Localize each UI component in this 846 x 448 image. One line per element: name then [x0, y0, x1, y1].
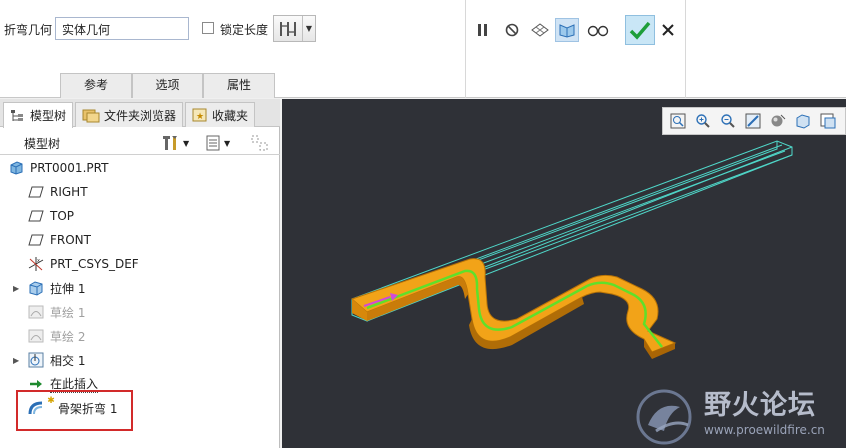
tools-icon — [163, 136, 177, 150]
tree-item-label: TOP — [50, 209, 75, 223]
highlight-annotation — [16, 390, 133, 431]
graphics-viewport[interactable]: 野火论坛 www.proewildfire.cn — [282, 99, 846, 448]
chevron-down-icon: ▼ — [224, 138, 231, 148]
svg-text:x: x — [37, 258, 40, 264]
sketch-icon — [28, 328, 44, 344]
tree-item-right[interactable]: RIGHT — [0, 181, 280, 203]
watermark-url: www.proewildfire.cn — [704, 423, 825, 437]
tree-item-top[interactable]: TOP — [0, 205, 280, 227]
confirm-button[interactable] — [625, 15, 655, 45]
tab-properties[interactable]: 属性 — [203, 73, 275, 98]
datum-plane-icon — [28, 232, 44, 248]
chevron-down-icon[interactable]: ▼ — [303, 16, 315, 41]
datum-plane-icon — [28, 208, 44, 224]
tab-references[interactable]: 参考 — [60, 73, 132, 98]
tree-item-sketch-1[interactable]: 草绘 1 — [0, 301, 280, 323]
tab-favorites-label: 收藏夹 — [212, 108, 249, 123]
tree-settings-button[interactable]: ▼ — [162, 134, 198, 152]
part-icon — [8, 160, 24, 176]
check-icon — [629, 21, 651, 40]
tree-item-label: PRT_CSYS_DEF — [50, 257, 139, 271]
length-option-split-button[interactable]: ▼ — [273, 15, 316, 42]
tree-item-label: 拉伸 1 — [50, 281, 86, 296]
tree-item-label: 草绘 2 — [50, 329, 86, 344]
length-option-icon — [274, 16, 303, 41]
feature-dashboard: 折弯几何 实体几何 锁定长度 ▼ 参考 选项 属性 — [0, 0, 846, 98]
folder-browser-icon — [82, 109, 100, 123]
forum-watermark: 野火论坛 www.proewildfire.cn — [634, 381, 846, 448]
tree-item-label: 相交 1 — [50, 353, 86, 368]
model-tree-title: 模型树 — [24, 137, 61, 151]
list-icon — [206, 135, 220, 151]
model-tree-header: 模型树 ▼ ▼ — [0, 129, 280, 155]
verify-icon[interactable] — [555, 18, 579, 42]
sketch-icon — [28, 304, 44, 320]
bend-geometry-field[interactable]: 实体几何 — [55, 17, 189, 40]
navigator-tabs: 模型树 文件夹浏览器 ★ 收藏夹 — [0, 99, 280, 128]
ribbon-separator — [685, 0, 686, 98]
tree-columns-button[interactable] — [250, 134, 270, 152]
glasses-icon[interactable] — [586, 18, 610, 42]
tree-item-sketch-2[interactable]: 草绘 2 — [0, 325, 280, 347]
tree-item-part[interactable]: PRT0001.PRT — [0, 157, 280, 179]
stop-icon[interactable] — [500, 18, 524, 42]
coordinate-system-icon: x — [28, 256, 44, 272]
favorites-icon: ★ — [192, 108, 207, 122]
tree-item-label: RIGHT — [50, 185, 88, 199]
tree-item-label: PRT0001.PRT — [30, 161, 109, 175]
datum-plane-icon — [28, 184, 44, 200]
expand-arrow-icon[interactable]: ▶ — [13, 356, 19, 365]
extrude-icon — [28, 280, 44, 296]
grid-icon — [251, 135, 268, 151]
model-tree-icon — [11, 109, 23, 121]
watermark-title: 野火论坛 — [704, 390, 816, 421]
cancel-button[interactable] — [656, 18, 680, 42]
lock-length-label: 锁定长度 — [220, 23, 269, 37]
tree-item-label: FRONT — [50, 233, 91, 247]
lock-length-checkbox[interactable] — [202, 22, 214, 34]
svg-text:★: ★ — [196, 112, 204, 122]
tree-item-front[interactable]: FRONT — [0, 229, 280, 251]
tree-item-label: 草绘 1 — [50, 305, 86, 320]
tab-model-tree-label: 模型树 — [30, 109, 67, 123]
chevron-down-icon: ▼ — [183, 138, 190, 148]
tab-options[interactable]: 选项 — [132, 73, 203, 98]
pause-icon[interactable] — [471, 18, 495, 42]
tab-favorites[interactable]: ★ 收藏夹 — [185, 102, 256, 127]
bend-geometry-label: 折弯几何 — [4, 23, 53, 37]
tree-item-extrude[interactable]: ▶ 拉伸 1 — [0, 277, 280, 299]
tab-folder-browser[interactable]: 文件夹浏览器 — [75, 102, 184, 127]
tree-item-intersect[interactable]: ▶ 相交 1 — [0, 349, 280, 371]
tab-folder-browser-label: 文件夹浏览器 — [104, 108, 177, 123]
tree-item-csys[interactable]: x PRT_CSYS_DEF — [0, 253, 280, 275]
close-icon — [662, 24, 674, 36]
expand-arrow-icon[interactable]: ▶ — [13, 284, 19, 293]
forum-logo — [636, 389, 692, 445]
tree-filter-button[interactable]: ▼ — [205, 134, 241, 152]
tab-model-tree[interactable]: 模型树 — [3, 102, 74, 128]
preview-icon[interactable] — [528, 18, 552, 42]
intersect-icon — [28, 352, 44, 368]
navigator-panel: 模型树 文件夹浏览器 ★ 收藏夹 模型树 ▼ ▼ PRT0001.PRT RIG… — [0, 99, 280, 448]
bent-solid — [351, 258, 677, 359]
ribbon-separator — [465, 0, 466, 98]
